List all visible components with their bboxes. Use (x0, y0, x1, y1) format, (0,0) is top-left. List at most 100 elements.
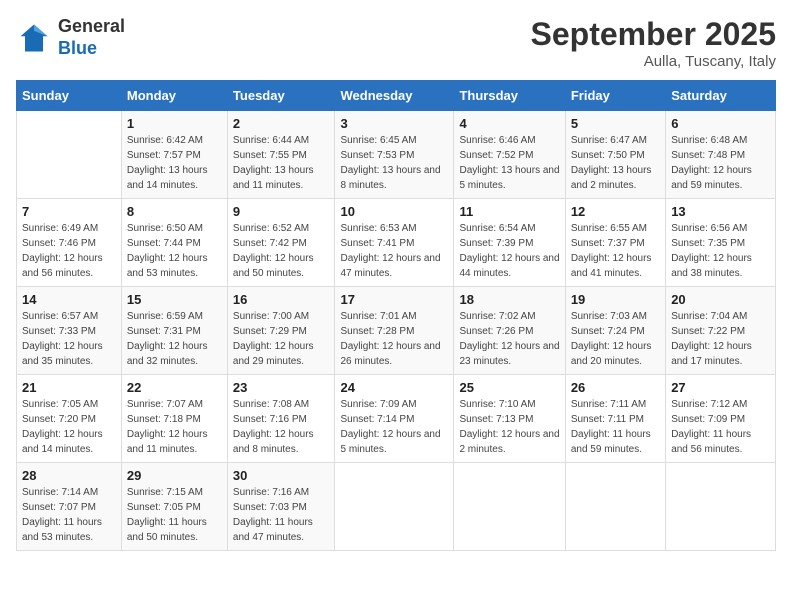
day-info: Sunrise: 6:50 AMSunset: 7:44 PMDaylight:… (127, 221, 222, 281)
day-number: 16 (233, 292, 330, 307)
day-number: 17 (340, 292, 448, 307)
day-number: 18 (459, 292, 559, 307)
day-info: Sunrise: 7:01 AMSunset: 7:28 PMDaylight:… (340, 309, 448, 369)
day-number: 24 (340, 380, 448, 395)
day-number: 6 (671, 116, 770, 131)
day-cell: 5Sunrise: 6:47 AMSunset: 7:50 PMDaylight… (565, 111, 665, 199)
day-info: Sunrise: 6:48 AMSunset: 7:48 PMDaylight:… (671, 133, 770, 193)
header-cell-friday: Friday (565, 81, 665, 111)
day-cell: 30 Sunrise: 7:16 AMSunset: 7:03 PMDayligh… (227, 463, 335, 551)
day-number: 8 (127, 204, 222, 219)
day-info: Sunrise: 7:07 AMSunset: 7:18 PMDaylight:… (127, 397, 222, 457)
day-cell: 21 Sunrise: 7:05 AMSunset: 7:20 PMDayligh… (17, 375, 122, 463)
day-cell (454, 463, 565, 551)
day-number: 7 (22, 204, 116, 219)
day-cell: 7 Sunrise: 6:49 AMSunset: 7:46 PMDaylight… (17, 199, 122, 287)
day-cell: 11 Sunrise: 6:54 AMSunset: 7:39 PMDayligh… (454, 199, 565, 287)
day-number: 9 (233, 204, 330, 219)
day-number: 5 (571, 116, 660, 131)
day-cell: 4Sunrise: 6:46 AMSunset: 7:52 PMDaylight… (454, 111, 565, 199)
day-info: Sunrise: 7:05 AMSunset: 7:20 PMDaylight:… (22, 397, 116, 457)
day-number: 11 (459, 204, 559, 219)
day-info: Sunrise: 7:02 AMSunset: 7:26 PMDaylight:… (459, 309, 559, 369)
calendar-header: SundayMondayTuesdayWednesdayThursdayFrid… (17, 81, 776, 111)
day-cell: 17 Sunrise: 7:01 AMSunset: 7:28 PMDayligh… (335, 287, 454, 375)
day-cell: 14 Sunrise: 6:57 AMSunset: 7:33 PMDayligh… (17, 287, 122, 375)
logo-icon (16, 20, 52, 56)
day-info: Sunrise: 6:44 AMSunset: 7:55 PMDaylight:… (233, 133, 330, 193)
day-cell: 26 Sunrise: 7:11 AMSunset: 7:11 PMDayligh… (565, 375, 665, 463)
day-cell: 10 Sunrise: 6:53 AMSunset: 7:41 PMDayligh… (335, 199, 454, 287)
day-cell: 8 Sunrise: 6:50 AMSunset: 7:44 PMDaylight… (121, 199, 227, 287)
day-cell: 25 Sunrise: 7:10 AMSunset: 7:13 PMDayligh… (454, 375, 565, 463)
day-cell: 29Sunrise: 7:15 AMSunset: 7:05 PMDayligh… (121, 463, 227, 551)
day-info: Sunrise: 6:59 AMSunset: 7:31 PMDaylight:… (127, 309, 222, 369)
day-cell (335, 463, 454, 551)
page-header: General Blue September 2025 Aulla, Tusca… (16, 16, 776, 70)
logo-text: General Blue (58, 16, 125, 59)
logo: General Blue (16, 16, 125, 59)
day-info: Sunrise: 7:14 AMSunset: 7:07 PMDaylight:… (22, 485, 116, 545)
day-info: Sunrise: 7:16 AMSunset: 7:03 PMDaylight:… (233, 485, 330, 545)
day-info: Sunrise: 7:10 AMSunset: 7:13 PMDaylight:… (459, 397, 559, 457)
day-number: 12 (571, 204, 660, 219)
day-number: 23 (233, 380, 330, 395)
header-row: SundayMondayTuesdayWednesdayThursdayFrid… (17, 81, 776, 111)
day-cell: 15 Sunrise: 6:59 AMSunset: 7:31 PMDayligh… (121, 287, 227, 375)
location: Aulla, Tuscany, Italy (531, 53, 776, 70)
month-title: September 2025 (531, 16, 776, 53)
day-cell (17, 111, 122, 199)
day-cell: 2 Sunrise: 6:44 AMSunset: 7:55 PMDaylight… (227, 111, 335, 199)
day-cell (666, 463, 776, 551)
week-row-4: 21 Sunrise: 7:05 AMSunset: 7:20 PMDayligh… (17, 375, 776, 463)
day-cell: 20Sunrise: 7:04 AMSunset: 7:22 PMDayligh… (666, 287, 776, 375)
header-cell-monday: Monday (121, 81, 227, 111)
day-number: 4 (459, 116, 559, 131)
day-number: 10 (340, 204, 448, 219)
day-info: Sunrise: 6:53 AMSunset: 7:41 PMDaylight:… (340, 221, 448, 281)
day-number: 21 (22, 380, 116, 395)
day-cell: 1 Sunrise: 6:42 AMSunset: 7:57 PMDaylight… (121, 111, 227, 199)
day-number: 15 (127, 292, 222, 307)
day-cell: 24 Sunrise: 7:09 AMSunset: 7:14 PMDayligh… (335, 375, 454, 463)
day-info: Sunrise: 7:11 AMSunset: 7:11 PMDaylight:… (571, 397, 660, 457)
day-info: Sunrise: 6:55 AMSunset: 7:37 PMDaylight:… (571, 221, 660, 281)
day-info: Sunrise: 6:42 AMSunset: 7:57 PMDaylight:… (127, 133, 222, 193)
day-info: Sunrise: 7:09 AMSunset: 7:14 PMDaylight:… (340, 397, 448, 457)
day-number: 13 (671, 204, 770, 219)
header-cell-saturday: Saturday (666, 81, 776, 111)
day-info: Sunrise: 6:49 AMSunset: 7:46 PMDaylight:… (22, 221, 116, 281)
header-cell-sunday: Sunday (17, 81, 122, 111)
day-number: 27 (671, 380, 770, 395)
day-number: 19 (571, 292, 660, 307)
day-number: 3 (340, 116, 448, 131)
day-cell: 16Sunrise: 7:00 AMSunset: 7:29 PMDayligh… (227, 287, 335, 375)
day-number: 1 (127, 116, 222, 131)
logo-blue: Blue (58, 38, 97, 58)
day-cell: 3 Sunrise: 6:45 AMSunset: 7:53 PMDaylight… (335, 111, 454, 199)
calendar-body: 1 Sunrise: 6:42 AMSunset: 7:57 PMDaylight… (17, 111, 776, 551)
day-cell: 28 Sunrise: 7:14 AMSunset: 7:07 PMDayligh… (17, 463, 122, 551)
header-cell-thursday: Thursday (454, 81, 565, 111)
day-info: Sunrise: 7:08 AMSunset: 7:16 PMDaylight:… (233, 397, 330, 457)
day-info: Sunrise: 7:04 AMSunset: 7:22 PMDaylight:… (671, 309, 770, 369)
calendar-table: SundayMondayTuesdayWednesdayThursdayFrid… (16, 80, 776, 551)
day-number: 2 (233, 116, 330, 131)
day-number: 25 (459, 380, 559, 395)
day-info: Sunrise: 6:57 AMSunset: 7:33 PMDaylight:… (22, 309, 116, 369)
day-number: 28 (22, 468, 116, 483)
day-info: Sunrise: 7:03 AMSunset: 7:24 PMDaylight:… (571, 309, 660, 369)
header-cell-wednesday: Wednesday (335, 81, 454, 111)
week-row-3: 14 Sunrise: 6:57 AMSunset: 7:33 PMDayligh… (17, 287, 776, 375)
day-number: 26 (571, 380, 660, 395)
day-number: 22 (127, 380, 222, 395)
header-cell-tuesday: Tuesday (227, 81, 335, 111)
day-number: 30 (233, 468, 330, 483)
day-info: Sunrise: 6:54 AMSunset: 7:39 PMDaylight:… (459, 221, 559, 281)
day-cell (565, 463, 665, 551)
day-info: Sunrise: 6:52 AMSunset: 7:42 PMDaylight:… (233, 221, 330, 281)
day-number: 14 (22, 292, 116, 307)
day-cell: 13Sunrise: 6:56 AMSunset: 7:35 PMDayligh… (666, 199, 776, 287)
day-cell: 22 Sunrise: 7:07 AMSunset: 7:18 PMDayligh… (121, 375, 227, 463)
day-info: Sunrise: 6:45 AMSunset: 7:53 PMDaylight:… (340, 133, 448, 193)
